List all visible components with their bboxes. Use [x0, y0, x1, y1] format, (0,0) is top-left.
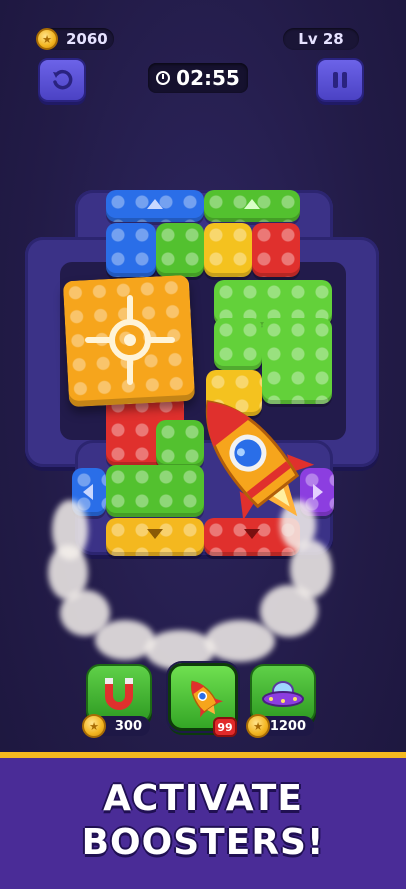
arrow-left-icon	[83, 484, 93, 500]
piece-red[interactable]	[252, 223, 300, 277]
arrow-down-icon	[147, 529, 163, 539]
level-indicator: Lv 28	[283, 28, 359, 50]
banner-line-2: BOOSTERS!	[81, 822, 325, 863]
ufo-price-value: 1200	[269, 718, 306, 734]
magnet-price: ★ 300	[82, 714, 150, 738]
undo-button[interactable]	[38, 58, 86, 102]
clock-icon	[156, 71, 171, 85]
arrow-up-icon	[147, 199, 163, 209]
piece-yellow[interactable]	[204, 223, 252, 277]
coin-icon: ★	[82, 714, 106, 738]
pause-icon	[333, 72, 347, 88]
piece-green[interactable]	[156, 223, 204, 277]
promo-banner: ACTIVATE BOOSTERS!	[0, 752, 406, 889]
banner-line-1: ACTIVATE	[103, 778, 303, 819]
coin-icon: ★	[36, 28, 58, 50]
ufo-icon	[262, 681, 304, 707]
magnet-price-value: 300	[114, 718, 142, 734]
undo-icon	[53, 69, 73, 90]
timer-value: 02:55	[176, 66, 240, 90]
coin-icon: ★	[246, 714, 270, 738]
piece-green-l-stem[interactable]	[214, 318, 262, 370]
level-label: Lv 28	[298, 30, 344, 48]
rocket-icon	[205, 400, 315, 521]
magnet-icon	[105, 678, 133, 710]
arrow-up-icon	[244, 199, 260, 209]
coin-amount: 2060	[66, 30, 108, 48]
rocket-icon	[190, 680, 223, 718]
timer: 02:55	[148, 63, 248, 93]
coin-counter: ★ 2060	[36, 28, 114, 50]
ufo-price: ★ 1200	[246, 714, 314, 738]
pause-button[interactable]	[316, 58, 364, 102]
rocket-count-badge: 99	[213, 717, 237, 737]
piece-blue[interactable]	[106, 223, 156, 277]
crosshair-icon	[85, 295, 175, 385]
